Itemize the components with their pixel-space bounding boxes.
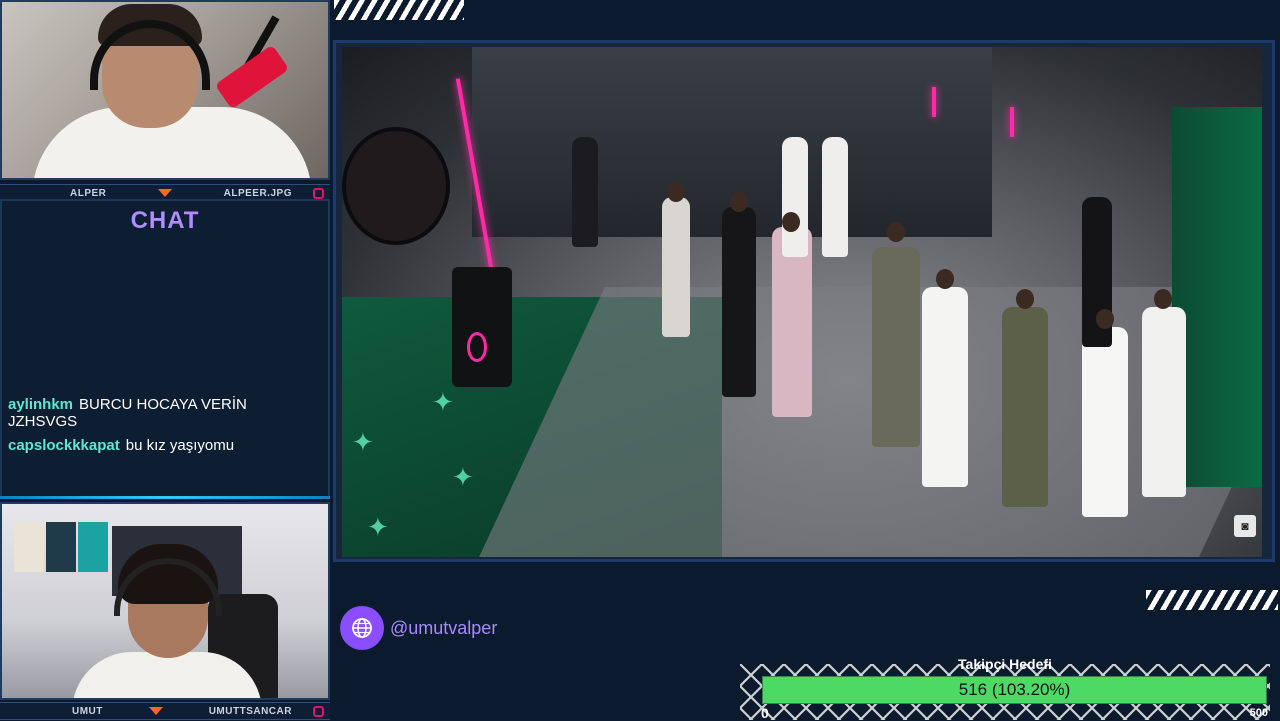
caret-down-icon: [158, 189, 173, 197]
chat-username[interactable]: capslockkkapat: [8, 437, 120, 454]
dancer: [662, 197, 690, 337]
goal-max-label: 500: [1249, 707, 1268, 719]
sparkle-icon: ✦: [367, 512, 389, 542]
sparkle-icon: ✦: [452, 462, 474, 492]
globe-icon: [340, 606, 384, 650]
video-frame: ✦ ✦ ✦ ✦ ◙: [333, 40, 1275, 562]
dancer: [1002, 307, 1048, 507]
chat-username[interactable]: aylinhkm: [8, 396, 73, 413]
dancer: [572, 137, 598, 247]
dancer: [1082, 327, 1128, 517]
dancer-head: [1016, 289, 1034, 309]
goal-progress-bar: 516 (103.20%): [762, 676, 1267, 704]
dancer: [872, 247, 920, 447]
chat-message: aylinhkm BURCU HOCAYA VERİN JZHSVGS: [8, 396, 308, 430]
dancer-head: [730, 192, 748, 212]
streamer-name: ALPER: [70, 187, 107, 199]
speaker: [452, 267, 512, 387]
wall-poster: [14, 522, 44, 572]
dancer-head: [782, 212, 800, 232]
goal-title: Takipçi Hedefi: [958, 656, 1052, 672]
social-handle[interactable]: @umutvalper: [340, 605, 497, 651]
caret-down-icon: [148, 707, 163, 715]
dancer-head: [1096, 309, 1114, 329]
social-handle-text: @umutvalper: [390, 617, 498, 638]
nameplate-bottom: UMUT UMUTTSANCAR: [0, 702, 330, 720]
chat-message: capslockkkapat bu kız yaşıyomu: [8, 437, 308, 454]
dancer: [922, 287, 968, 487]
goal-value: 516 (103.20%): [958, 680, 1071, 699]
dancer-head: [667, 182, 685, 202]
dancer-head: [887, 222, 905, 242]
chat-panel: CHAT aylinhkm BURCU HOCAYA VERİN JZHSVGS …: [0, 199, 330, 499]
decor-stripes: [1146, 590, 1278, 610]
streamer-handle: UMUTTSANCAR: [208, 705, 292, 717]
streamer-handle: ALPEER.JPG: [223, 187, 292, 199]
chat-text: bu kız yaşıyomu: [125, 437, 235, 454]
speaker-light: [467, 332, 487, 362]
sparkle-icon: ✦: [352, 427, 374, 457]
goal-min-label: 0: [761, 705, 769, 721]
streamer-name: UMUT: [72, 705, 103, 717]
chat-title: CHAT: [130, 207, 200, 234]
dancer: [782, 137, 808, 257]
dancer: [1142, 307, 1186, 497]
wall-poster: [78, 522, 108, 572]
sparkle-icon: ✦: [432, 387, 454, 417]
neon-light: [932, 87, 936, 117]
camera-icon: ◙: [1234, 515, 1256, 537]
decor-stripes: [334, 0, 464, 20]
divider-glow: [0, 496, 330, 499]
instagram-icon: [313, 705, 324, 717]
wall-art: [342, 127, 450, 245]
webcam-alper: [0, 0, 330, 180]
follower-goal: Takipçi Hedefi 516 (103.20%) 0 500: [740, 656, 1270, 721]
dancer: [822, 137, 848, 257]
webcam-umut: [0, 502, 330, 700]
dancer-head: [936, 269, 954, 289]
wall-poster: [46, 522, 76, 572]
video-feed: ✦ ✦ ✦ ✦ ◙: [342, 47, 1262, 557]
neon-light: [1010, 107, 1014, 137]
dancer: [722, 207, 756, 397]
dancer-head: [1154, 289, 1172, 309]
instagram-icon: [313, 187, 324, 199]
